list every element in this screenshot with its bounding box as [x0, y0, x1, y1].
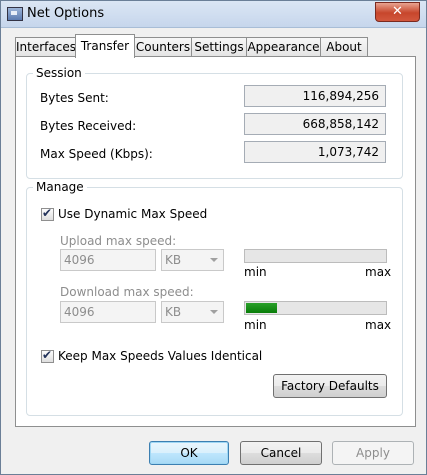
dynamic-max-speed-label[interactable]: Use Dynamic Max Speed [58, 207, 207, 221]
close-button[interactable]: ✕ [375, 2, 420, 22]
chevron-down-icon [210, 258, 218, 262]
tab-counters[interactable]: Counters [134, 37, 192, 57]
chevron-down-icon [210, 310, 218, 314]
tab-appearance[interactable]: Appearance [246, 37, 321, 57]
dynamic-max-speed-checkbox[interactable] [41, 206, 54, 221]
tab-transfer[interactable]: Transfer [75, 34, 135, 58]
upload-speed-meter [244, 249, 387, 263]
keep-identical-label[interactable]: Keep Max Speeds Values Identical [58, 349, 262, 363]
net-options-window: Net Options ✕ Interfaces Transfer Counte… [0, 0, 427, 475]
download-max-speed-label: Download max speed: [60, 285, 194, 299]
download-max-label: max [365, 318, 392, 332]
network-app-icon [7, 7, 23, 21]
bytes-received-label: Bytes Received: [40, 119, 137, 133]
upload-max-label: max [365, 265, 392, 279]
bytes-received-value: 668,858,142 [244, 113, 386, 135]
upload-speed-input[interactable]: 4096 [60, 249, 156, 271]
download-unit-value: KB [165, 305, 182, 319]
title-bar[interactable]: Net Options ✕ [1, 1, 426, 28]
transfer-panel: Session Bytes Sent: 116,894,256 Bytes Re… [15, 56, 416, 427]
upload-max-speed-label: Upload max speed: [60, 234, 177, 248]
upload-unit-select[interactable]: KB [161, 249, 224, 271]
max-speed-value: 1,073,742 [244, 141, 386, 163]
tab-settings[interactable]: Settings [191, 37, 247, 57]
manage-group: Manage Use Dynamic Max Speed Upload max … [26, 180, 403, 416]
download-unit-select[interactable]: KB [161, 301, 224, 323]
factory-defaults-button[interactable]: Factory Defaults [273, 374, 387, 398]
window-title: Net Options [27, 6, 105, 21]
apply-button[interactable]: Apply [332, 441, 414, 465]
tab-interfaces[interactable]: Interfaces [15, 37, 76, 57]
session-group-title: Session [33, 66, 85, 80]
max-speed-label: Max Speed (Kbps): [40, 147, 153, 161]
keep-identical-checkbox[interactable] [41, 348, 54, 363]
tab-about[interactable]: About [320, 37, 368, 57]
manage-group-title: Manage [33, 180, 87, 194]
cancel-button[interactable]: Cancel [240, 441, 322, 465]
bytes-sent-label: Bytes Sent: [40, 91, 109, 105]
download-speed-input[interactable]: 4096 [60, 301, 156, 323]
bytes-sent-value: 116,894,256 [244, 85, 386, 107]
session-group: Session Bytes Sent: 116,894,256 Bytes Re… [26, 66, 403, 179]
download-min-label: min [244, 318, 267, 332]
ok-button[interactable]: OK [149, 441, 229, 465]
download-speed-meter-fill [246, 303, 277, 313]
download-speed-meter [244, 301, 387, 315]
upload-unit-value: KB [165, 253, 182, 267]
upload-min-label: min [244, 265, 267, 279]
